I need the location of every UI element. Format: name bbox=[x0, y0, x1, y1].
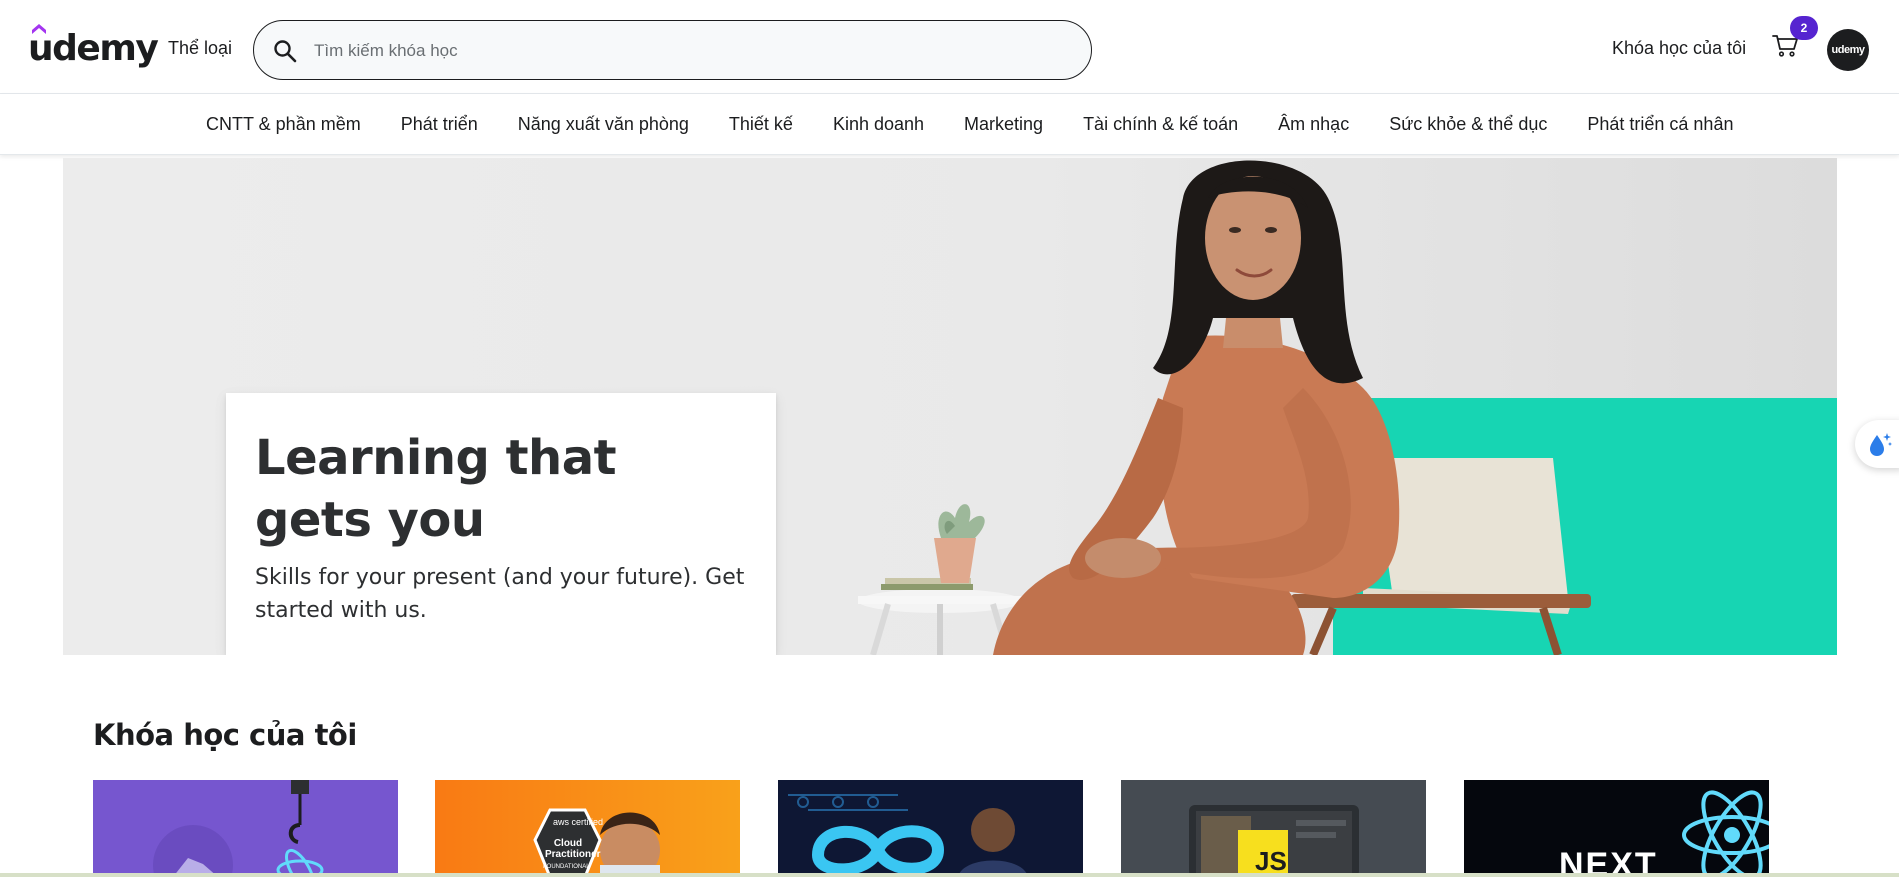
course-card-3[interactable] bbox=[778, 780, 1083, 877]
category-design[interactable]: Thiết kế bbox=[729, 114, 793, 135]
course-3-thumbnail bbox=[778, 780, 1083, 877]
course-card-1[interactable] bbox=[93, 780, 398, 877]
my-courses-carousel: aws certified Cloud Practitioner FOUNDAT… bbox=[93, 780, 1793, 877]
cart-count-badge: 2 bbox=[1790, 16, 1818, 40]
search-bar[interactable] bbox=[253, 20, 1092, 80]
search-icon[interactable] bbox=[272, 38, 298, 64]
user-avatar[interactable]: udemy bbox=[1827, 29, 1869, 71]
course-card-4[interactable]: JS bbox=[1121, 780, 1426, 877]
category-finance-accounting[interactable]: Tài chính & kế toán bbox=[1083, 114, 1238, 135]
category-nav: CNTT & phần mềm Phát triển Năng xuất văn… bbox=[0, 94, 1899, 155]
my-courses-link[interactable]: Khóa học của tôi bbox=[1612, 38, 1746, 59]
udemy-logo[interactable]: udemy bbox=[28, 24, 159, 74]
hero-banner: Learning that gets you Skills for your p… bbox=[63, 158, 1837, 655]
category-music[interactable]: Âm nhạc bbox=[1278, 114, 1349, 135]
category-personal-development[interactable]: Phát triển cá nhân bbox=[1587, 114, 1733, 135]
category-business[interactable]: Kinh doanh bbox=[833, 114, 924, 135]
floating-extension-button[interactable] bbox=[1855, 420, 1899, 468]
page-bottom-divider bbox=[0, 873, 1899, 877]
course-2-badge-text: aws certified bbox=[553, 817, 604, 827]
search-input[interactable] bbox=[314, 33, 1074, 69]
category-development[interactable]: Phát triển bbox=[401, 114, 478, 135]
category-it-software[interactable]: CNTT & phần mềm bbox=[206, 114, 361, 135]
category-health-fitness[interactable]: Sức khỏe & thể dục bbox=[1389, 114, 1547, 135]
course-card-5[interactable]: NEXT bbox=[1464, 780, 1769, 877]
category-marketing[interactable]: Marketing bbox=[964, 114, 1043, 135]
hero-subtitle: Skills for your present (and your future… bbox=[255, 565, 745, 623]
my-courses-heading: Khóa học của tôi bbox=[93, 718, 357, 752]
hero-title: Learning that gets you bbox=[255, 430, 617, 548]
course-2-thumbnail bbox=[435, 780, 740, 877]
top-header: udemy Thể loại Khóa học của tôi 2 udemy bbox=[0, 0, 1899, 94]
course-card-2[interactable]: aws certified Cloud Practitioner FOUNDAT… bbox=[435, 780, 740, 877]
course-1-thumbnail bbox=[93, 780, 398, 877]
category-office-productivity[interactable]: Năng xuất văn phòng bbox=[518, 114, 689, 135]
water-drop-sparkle-icon bbox=[1870, 433, 1892, 456]
course-2-badge-level: FOUNDATIONAL bbox=[543, 864, 590, 870]
course-2-badge-title: Cloud Practitioner bbox=[545, 838, 601, 860]
logo-text: udemy bbox=[28, 28, 159, 69]
categories-menu-link[interactable]: Thể loại bbox=[168, 38, 232, 59]
hero-text-card: Learning that gets you Skills for your p… bbox=[226, 393, 776, 655]
